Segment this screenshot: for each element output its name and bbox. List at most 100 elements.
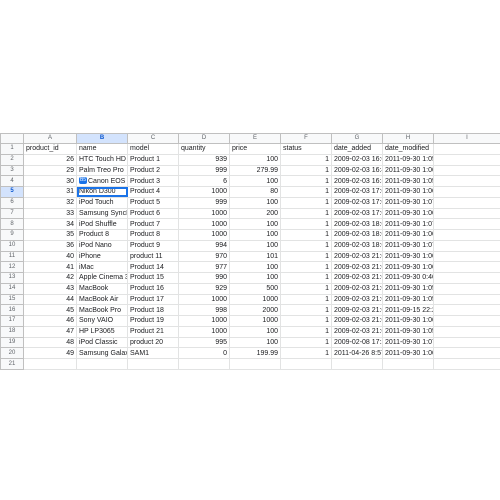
cell-i18[interactable] <box>433 325 500 338</box>
cell-e2[interactable]: 100 <box>229 153 281 166</box>
column-header-d[interactable]: D <box>178 133 230 144</box>
cell-f13[interactable]: 1 <box>280 272 332 284</box>
cell-h4[interactable]: 2011-09-30 1:05 <box>382 175 434 187</box>
cell-g8[interactable]: 2009-02-03 18:0 <box>331 218 383 230</box>
row-header-19[interactable]: 19 <box>0 336 24 349</box>
cell-h20[interactable]: 2011-09-30 1:06 <box>382 347 434 359</box>
cell-c10[interactable]: Product 9 <box>127 239 179 252</box>
cell-b12[interactable]: iMac <box>76 261 128 273</box>
cell-a9[interactable]: 35 <box>23 229 77 241</box>
cell-g1[interactable]: date_added <box>331 143 383 155</box>
cell-b18[interactable]: HP LP3065 <box>76 325 128 338</box>
cell-i9[interactable] <box>433 229 500 241</box>
cell-d17[interactable]: 1000 <box>178 315 230 327</box>
cell-d8[interactable]: 1000 <box>178 218 230 230</box>
row-header-4[interactable]: 4 <box>0 175 24 187</box>
cell-a5[interactable]: 31 <box>23 186 77 198</box>
cell-c12[interactable]: Product 14 <box>127 261 179 273</box>
cell-e9[interactable]: 100 <box>229 229 281 241</box>
cell-c7[interactable]: Product 6 <box>127 207 179 220</box>
cell-h21[interactable] <box>382 358 434 370</box>
cell-h1[interactable]: date_modified <box>382 143 434 155</box>
column-header-b[interactable]: B <box>76 133 128 144</box>
cell-c6[interactable]: Product 5 <box>127 196 179 209</box>
row-header-18[interactable]: 18 <box>0 325 24 338</box>
cell-f19[interactable]: 1 <box>280 336 332 349</box>
cell-d5[interactable]: 1000 <box>178 186 230 198</box>
cell-c16[interactable]: Product 18 <box>127 304 179 316</box>
column-header-g[interactable]: G <box>331 133 383 144</box>
cell-b2[interactable]: HTC Touch HD <box>76 153 128 166</box>
cell-f18[interactable]: 1 <box>280 325 332 338</box>
cell-f5[interactable]: 1 <box>280 186 332 198</box>
row-header-6[interactable]: 6 <box>0 196 24 209</box>
cell-b14[interactable]: MacBook <box>76 282 128 295</box>
cell-e15[interactable]: 1000 <box>229 293 281 306</box>
cell-b17[interactable]: Sony VAIO <box>76 315 128 327</box>
cell-f2[interactable]: 1 <box>280 153 332 166</box>
cell-c9[interactable]: Product 8 <box>127 229 179 241</box>
cell-b13[interactable]: Apple Cinema 30 <box>76 272 128 284</box>
cell-a15[interactable]: 44 <box>23 293 77 306</box>
cell-i16[interactable] <box>433 304 500 316</box>
cell-g21[interactable] <box>331 358 383 370</box>
cell-i4[interactable] <box>433 175 500 187</box>
cell-b19[interactable]: iPod Classic <box>76 336 128 349</box>
cell-i6[interactable] <box>433 196 500 209</box>
cell-d6[interactable]: 999 <box>178 196 230 209</box>
cell-h7[interactable]: 2011-09-30 1:06 <box>382 207 434 220</box>
cell-h15[interactable]: 2011-09-30 1:05 <box>382 293 434 306</box>
cell-c4[interactable]: Product 3 <box>127 175 179 187</box>
cell-g5[interactable]: 2009-02-03 17:0 <box>331 186 383 198</box>
column-header-c[interactable]: C <box>127 133 179 144</box>
cell-e6[interactable]: 100 <box>229 196 281 209</box>
cell-h10[interactable]: 2011-09-30 1:07 <box>382 239 434 252</box>
spreadsheet-grid[interactable]: ABCDEFGHI 1 product_id name model quantity pr… <box>0 133 500 370</box>
cell-a2[interactable]: 26 <box>23 153 77 166</box>
row-header-14[interactable]: 14 <box>0 282 24 295</box>
cell-d9[interactable]: 1000 <box>178 229 230 241</box>
cell-a8[interactable]: 34 <box>23 218 77 230</box>
cell-h19[interactable]: 2011-09-30 1:07 <box>382 336 434 349</box>
cell-c21[interactable] <box>127 358 179 370</box>
cell-g2[interactable]: 2009-02-03 16:0 <box>331 153 383 166</box>
cell-i17[interactable] <box>433 315 500 327</box>
cell-g10[interactable]: 2009-02-03 18:0 <box>331 239 383 252</box>
cell-f17[interactable]: 1 <box>280 315 332 327</box>
cell-f8[interactable]: 1 <box>280 218 332 230</box>
column-header-f[interactable]: F <box>280 133 332 144</box>
cell-g7[interactable]: 2009-02-03 17:0 <box>331 207 383 220</box>
cell-i21[interactable] <box>433 358 500 370</box>
row-header-13[interactable]: 13 <box>0 272 24 284</box>
row-header-3[interactable]: 3 <box>0 164 24 177</box>
cell-b7[interactable]: Samsung SyncM <box>76 207 128 220</box>
cell-e17[interactable]: 1000 <box>229 315 281 327</box>
cell-e5[interactable]: 80 <box>229 186 281 198</box>
cell-i8[interactable] <box>433 218 500 230</box>
cell-a7[interactable]: 33 <box>23 207 77 220</box>
cell-f7[interactable]: 1 <box>280 207 332 220</box>
cell-h2[interactable]: 2011-09-30 1:05 <box>382 153 434 166</box>
cell-h17[interactable]: 2011-09-30 1:06 <box>382 315 434 327</box>
row-header-12[interactable]: 12 <box>0 261 24 273</box>
cell-g13[interactable]: 2009-02-03 21:0 <box>331 272 383 284</box>
cell-a10[interactable]: 36 <box>23 239 77 252</box>
cell-b16[interactable]: MacBook Pro <box>76 304 128 316</box>
cell-b1[interactable]: name <box>76 143 128 155</box>
cell-i5[interactable] <box>433 186 500 198</box>
column-header-i[interactable]: I <box>433 133 500 144</box>
cell-a21[interactable] <box>23 358 77 370</box>
cell-c2[interactable]: Product 1 <box>127 153 179 166</box>
column-header-h[interactable]: H <box>382 133 434 144</box>
cell-g15[interactable]: 2009-02-03 21:0 <box>331 293 383 306</box>
row-header-9[interactable]: 9 <box>0 229 24 241</box>
cell-i12[interactable] <box>433 261 500 273</box>
row-header-21[interactable]: 21 <box>0 358 24 370</box>
cell-b3[interactable]: Palm Treo Pro <box>76 164 128 177</box>
cell-f20[interactable]: 1 <box>280 347 332 359</box>
cell-i15[interactable] <box>433 293 500 306</box>
cell-d2[interactable]: 939 <box>178 153 230 166</box>
cell-d3[interactable]: 999 <box>178 164 230 177</box>
cell-i7[interactable] <box>433 207 500 220</box>
cell-b10[interactable]: iPod Nano <box>76 239 128 252</box>
